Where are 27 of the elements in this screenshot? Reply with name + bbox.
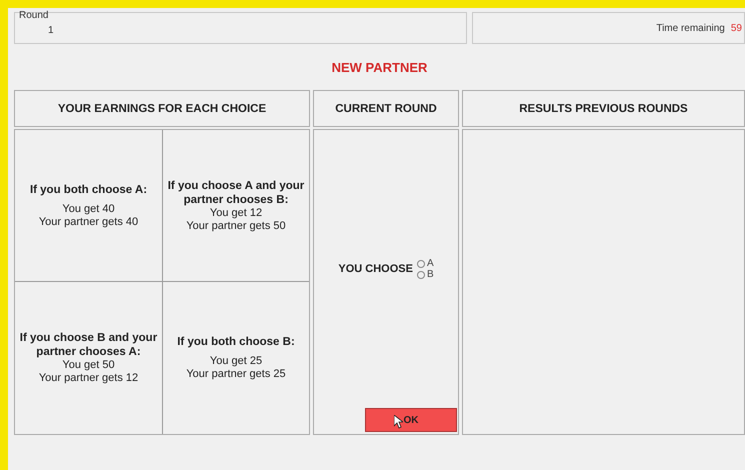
payoff-condition: If you both choose B: (177, 335, 295, 349)
pointer-icon (394, 415, 403, 429)
payoff-condition: If you both choose A: (30, 182, 148, 196)
partner-payoff: Your partner gets 40 (38, 216, 138, 228)
payoff-condition: If you choose B and your partner chooses A: (18, 331, 158, 359)
timer-value: 59 (730, 22, 742, 34)
partner-payoff: Your partner gets 12 (38, 372, 138, 385)
your-payoff: You get 12 (210, 206, 262, 220)
column-header: YOUR EARNINGS FOR EACH CHOICE (14, 90, 310, 127)
radio-button[interactable] (416, 260, 425, 268)
your-payoff: You get 25 (210, 355, 262, 368)
choose-label: YOU CHOOSE (338, 263, 413, 275)
radio-button[interactable] (416, 270, 425, 278)
your-payoff: You get 40 (62, 202, 115, 216)
notice-text: NEW PARTNER (332, 60, 428, 74)
round-number: 1 (48, 25, 54, 36)
your-payoff: You get 50 (62, 359, 115, 372)
ok-button[interactable]: OK (365, 408, 457, 432)
column-header: RESULTS PREVIOUS ROUNDS (462, 90, 745, 127)
column-header: CURRENT ROUND (313, 90, 459, 127)
choice-option[interactable]: A (416, 258, 434, 269)
choice-option[interactable]: B (416, 269, 434, 280)
payoff-condition: If you choose A and your partner chooses B: (166, 178, 306, 206)
timer-label: Time remaining (656, 22, 725, 34)
round-label: Round (19, 10, 48, 21)
partner-payoff: Your partner gets 50 (186, 220, 286, 232)
partner-payoff: Your partner gets 25 (186, 368, 286, 381)
